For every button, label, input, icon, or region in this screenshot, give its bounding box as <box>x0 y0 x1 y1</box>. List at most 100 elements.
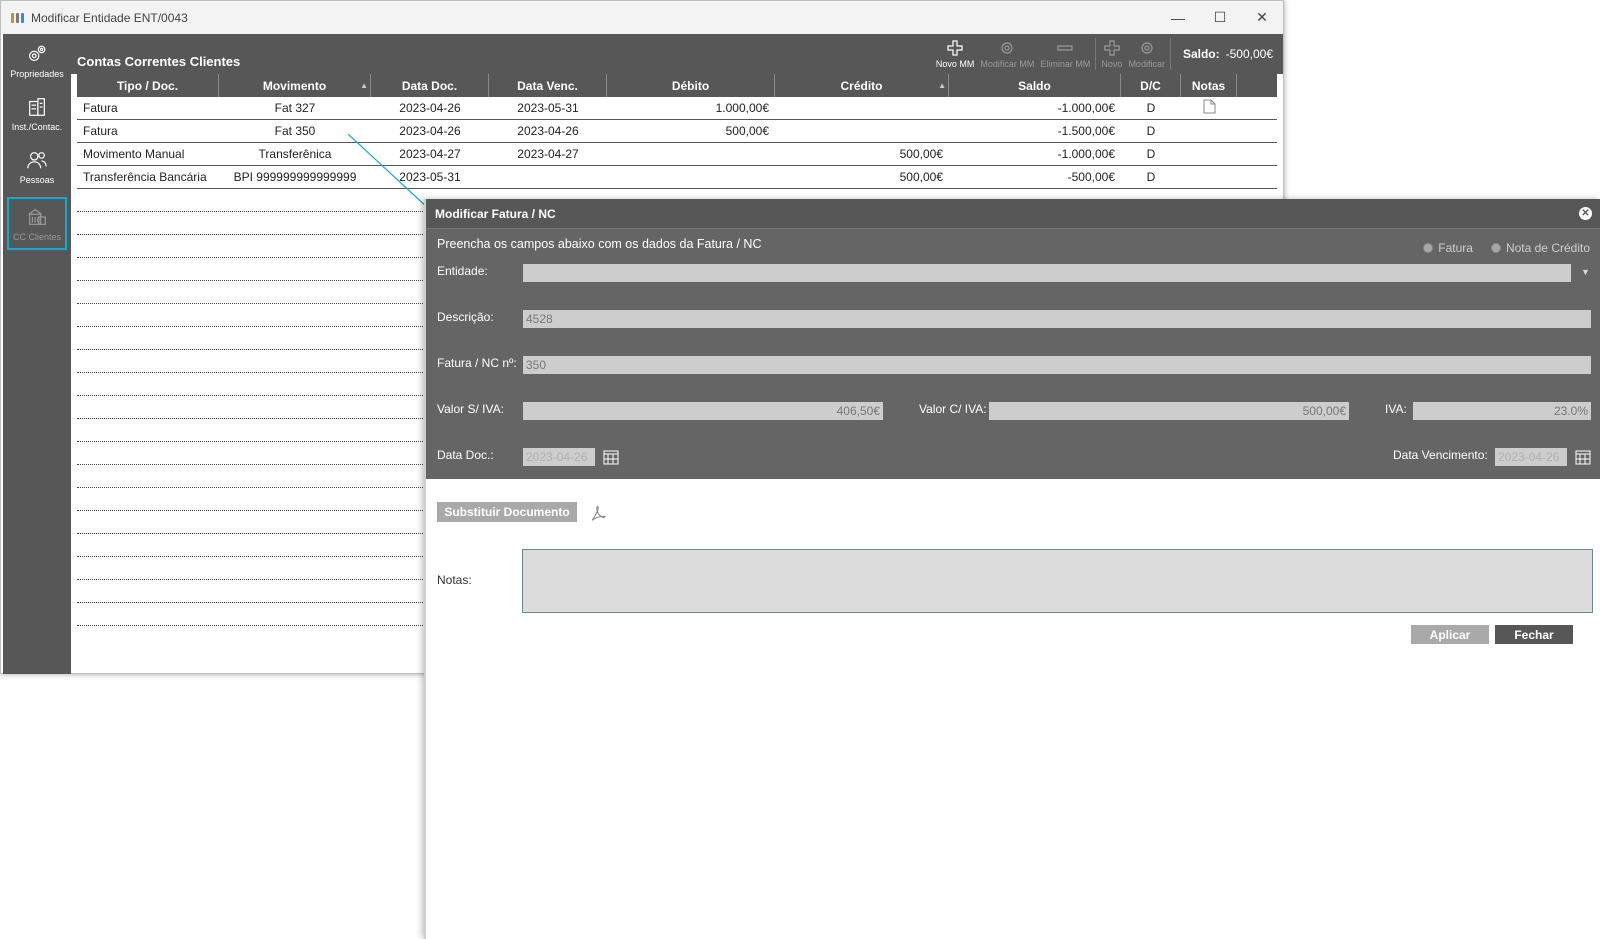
dialog-subtitle: Preencha os campos abaixo com os dados d… <box>437 237 762 251</box>
cell-dc: D <box>1146 101 1156 115</box>
column-header-movimento[interactable]: Movimento ▲ <box>219 74 371 97</box>
modificar-button[interactable]: Modificar <box>1125 34 1168 74</box>
radio-fatura[interactable]: Fatura <box>1423 241 1473 255</box>
cell-data-venc: 2023-04-27 <box>517 147 579 161</box>
data-doc-label: Data Doc.: <box>437 448 494 462</box>
cell-data-venc: 2023-04-26 <box>517 124 579 138</box>
sidebar-item-label: CC Clientes <box>12 231 61 242</box>
novo-button[interactable]: Novo <box>1098 34 1125 74</box>
fechar-button[interactable]: Fechar <box>1495 625 1573 644</box>
radio-dot-icon <box>1490 243 1501 253</box>
valor-s-iva-input[interactable]: 406,50€ <box>523 402 883 420</box>
column-header-label: Crédito <box>840 78 883 93</box>
bank-icon <box>28 208 46 225</box>
entidade-select[interactable] <box>523 264 1571 282</box>
notas-label: Notas: <box>437 573 472 587</box>
valor-c-iva-input[interactable]: 500,00€ <box>989 402 1349 420</box>
cell-data-venc: 2023-05-31 <box>517 101 579 115</box>
sidebar-item-propriedades[interactable]: Propriedades <box>7 34 67 87</box>
eliminar-mm-button[interactable]: Eliminar MM <box>1037 34 1093 74</box>
tool-label: Modificar MM <box>980 58 1035 69</box>
plus-icon <box>947 39 963 56</box>
sidebar-item-label: Inst./Contac. <box>11 121 63 132</box>
table-header: Tipo / Doc. Movimento ▲ Data Doc. Data Ve… <box>77 74 1277 97</box>
gear-icon <box>1141 41 1153 54</box>
table-row[interactable]: Fatura Fat 350 2023-04-26 2023-04-26 500… <box>77 120 1277 143</box>
sidebar-item-inst-contac[interactable]: Inst./Contac. <box>7 87 67 140</box>
cell-tipo: Fatura <box>83 101 118 115</box>
sidebar-item-label: Pessoas <box>19 174 55 185</box>
column-header-credito[interactable]: Crédito ▲ <box>775 74 949 97</box>
calendar-icon[interactable] <box>603 449 619 465</box>
column-header-saldo[interactable]: Saldo <box>949 74 1121 97</box>
sidebar-item-pessoas[interactable]: Pessoas <box>7 140 67 193</box>
column-header-debito[interactable]: Débito <box>607 74 775 97</box>
table-row[interactable]: Movimento Manual Transferênica 2023-04-2… <box>77 143 1277 166</box>
titlebar: Modificar Entidade ENT/0043 — ☐ ✕ <box>1 1 1283 34</box>
column-header-tipo[interactable]: Tipo / Doc. <box>77 74 219 97</box>
cell-data-doc: 2023-05-31 <box>399 170 461 184</box>
document-icon[interactable] <box>1203 99 1216 114</box>
notas-textarea[interactable] <box>522 549 1593 613</box>
cell-debito: 500,00€ <box>725 124 769 138</box>
cell-saldo: -1.500,00€ <box>1057 124 1115 138</box>
descricao-label: Descrição: <box>437 310 494 324</box>
cell-data-doc: 2023-04-26 <box>399 124 461 138</box>
cell-notas[interactable] <box>1181 99 1237 117</box>
sidebar: Propriedades Inst./Contac. Pessoas CC Cl… <box>3 34 71 674</box>
fatura-nc-input[interactable]: 350 <box>523 356 1591 374</box>
cell-dc: D <box>1146 147 1156 161</box>
cell-saldo: -1.000,00€ <box>1057 101 1115 115</box>
maximize-button[interactable]: ☐ <box>1199 1 1241 34</box>
table-row[interactable]: Fatura Fat 327 2023-04-26 2023-05-31 1.0… <box>77 97 1277 120</box>
radio-nota-credito[interactable]: Nota de Crédito <box>1490 241 1590 255</box>
minimize-button[interactable]: — <box>1157 1 1199 34</box>
tool-label: Novo <box>1101 58 1123 69</box>
tool-label: Novo MM <box>935 58 975 69</box>
modificar-mm-button[interactable]: Modificar MM <box>977 34 1037 74</box>
table-row[interactable]: Transferência Bancária BPI 9999999999999… <box>77 166 1277 189</box>
cell-data-doc: 2023-04-26 <box>399 101 461 115</box>
sidebar-item-cc-clientes[interactable]: CC Clientes <box>7 197 67 250</box>
aplicar-button[interactable]: Aplicar <box>1411 625 1489 644</box>
content-header: Contas Correntes Clientes Novo MM Modifi… <box>71 34 1283 74</box>
column-header-data-venc[interactable]: Data Venc. <box>489 74 607 97</box>
tool-label: Modificar <box>1128 58 1165 69</box>
fatura-nc-label: Fatura / NC nº: <box>437 356 517 370</box>
radio-dot-icon <box>1423 243 1434 253</box>
cell-tipo: Movimento Manual <box>83 147 185 161</box>
substituir-documento-button[interactable]: Substituir Documento <box>437 502 577 522</box>
cell-saldo: -1.000,00€ <box>1057 147 1115 161</box>
valor-s-iva-label: Valor S/ IVA: <box>437 402 504 416</box>
column-header-dc[interactable]: D/C <box>1121 74 1181 97</box>
data-doc-input[interactable]: 2023-04-26 <box>523 448 595 466</box>
cell-movimento: Fat 327 <box>274 101 316 115</box>
pdf-icon[interactable] <box>589 504 607 522</box>
saldo-value: -500,00€ <box>1225 47 1273 61</box>
descricao-input[interactable]: 4528 <box>523 310 1591 328</box>
chevron-down-icon[interactable]: ▼ <box>1581 267 1590 277</box>
radio-label: Nota de Crédito <box>1505 241 1590 255</box>
building-icon <box>29 97 45 116</box>
cell-dc: D <box>1146 124 1156 138</box>
iva-input[interactable]: 23.0% <box>1413 402 1591 420</box>
close-button[interactable]: ✕ <box>1241 1 1283 34</box>
entidade-label: Entidade: <box>437 264 488 278</box>
iva-label: IVA: <box>1385 402 1407 416</box>
sort-arrow-icon: ▲ <box>938 81 946 90</box>
modify-invoice-dialog: Modificar Fatura / NC ✕ Preencha os camp… <box>424 199 1600 939</box>
saldo-display: Saldo: -500,00€ <box>1173 34 1283 74</box>
cell-movimento: Fat 350 <box>274 124 316 138</box>
page-title: Contas Correntes Clientes <box>77 54 241 69</box>
dialog-close-icon[interactable]: ✕ <box>1579 207 1592 220</box>
plus-icon <box>1104 39 1120 56</box>
valor-c-iva-label: Valor C/ IVA: <box>919 402 987 416</box>
radio-label: Fatura <box>1438 241 1473 255</box>
data-vencimento-input[interactable]: 2023-04-26 <box>1495 448 1567 466</box>
column-header-data-doc[interactable]: Data Doc. <box>371 74 489 97</box>
calendar-icon[interactable] <box>1575 449 1591 465</box>
cell-saldo: -500,00€ <box>1067 170 1115 184</box>
cell-movimento: Transferênica <box>258 147 332 161</box>
novo-mm-button[interactable]: Novo MM <box>933 34 978 74</box>
column-header-notas[interactable]: Notas <box>1181 74 1237 97</box>
